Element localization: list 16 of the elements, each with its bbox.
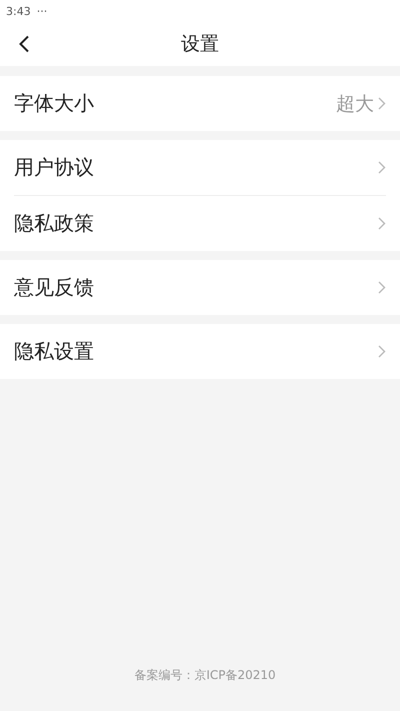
page-title: 设置 — [181, 32, 219, 57]
back-icon[interactable] — [18, 35, 30, 53]
status-time: 3:43 — [6, 4, 31, 18]
chevron-icon — [378, 345, 386, 358]
chevron-icon — [378, 217, 386, 230]
setting-label[interactable]: 隐私设置 — [14, 338, 378, 365]
chevron-icon — [378, 281, 386, 294]
chevron-icon — [378, 161, 386, 174]
setting-value: 超大 — [336, 92, 374, 116]
setting-label[interactable]: 隐私政策 — [14, 210, 378, 237]
icp-number: 备案编号：京ICP备20210 — [134, 667, 276, 684]
setting-label[interactable]: 字体大小 — [14, 90, 336, 117]
setting-label[interactable]: 意见反馈 — [14, 274, 378, 301]
setting-label[interactable]: 用户协议 — [14, 154, 378, 181]
status-more: ··· — [36, 4, 48, 18]
chevron-icon — [378, 97, 386, 110]
